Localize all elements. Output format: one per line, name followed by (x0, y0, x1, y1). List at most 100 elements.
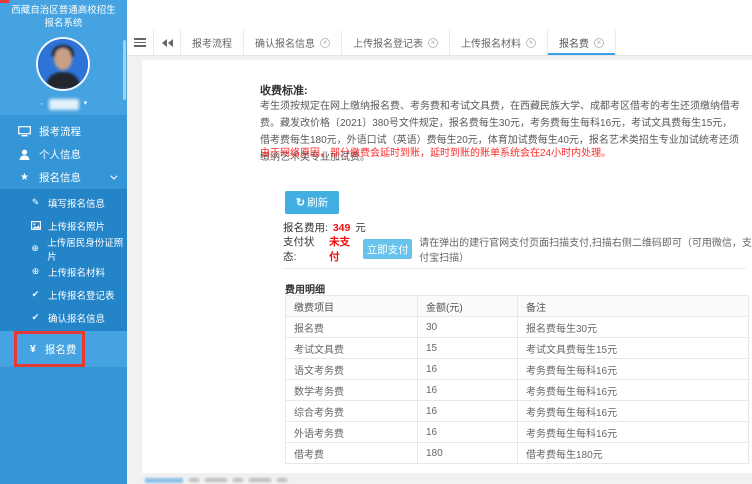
sidebar-scrollbar[interactable] (123, 40, 126, 100)
table-row: 数学考务费 16 考务费每生每科16元 (286, 380, 749, 401)
tab-bar: 报考流程 确认报名信息 × 上传报名登记表 × 上传报名材料 × 报名费 × (127, 30, 752, 56)
sidebar-nav: 报考流程 个人信息 ★ 报名信息 ✎ 填写报名信息 (0, 115, 127, 367)
table-row: 报名费 30 报名费每生30元 (286, 317, 749, 338)
fee-total-label: 报名费用: (283, 222, 328, 234)
table-row: 外语考务费 16 考务费每生每科16元 (286, 422, 749, 443)
table-header-row: 缴费项目 金额(元) 备注 (286, 296, 749, 317)
user-dot: · (40, 99, 44, 109)
collapse-tabs-button[interactable] (154, 30, 181, 55)
cell-remark: 考试文具费每生15元 (518, 338, 749, 359)
sidebar-item-upload-registration-form[interactable]: ✔ 上传报名登记表 (0, 283, 127, 306)
sidebar-header: 西藏自治区普通高校招生报名系统 · ▾ (0, 0, 127, 115)
tab-label: 报考流程 (192, 35, 232, 50)
sidebar-item-label: 上传报名登记表 (48, 288, 115, 302)
cell-amount: 16 (418, 401, 518, 422)
sidebar-item-confirm-registration[interactable]: ✔ 确认报名信息 (0, 306, 127, 329)
payment-status-line: 支付状态: 未支付 立即支付 请在弹出的建行官网支付页面扫描支付,扫描右侧二维码… (283, 239, 752, 259)
double-left-arrow-icon (161, 39, 173, 47)
table-header-amount: 金额(元) (418, 296, 518, 317)
content-background: 收费标准: 考生须按规定在网上缴纳报名费、考务费和考试文具费，在西藏民族大学、成… (127, 56, 752, 484)
table-header-remark: 备注 (518, 296, 749, 317)
tab-upload-registration-form[interactable]: 上传报名登记表 × (342, 30, 450, 55)
table-row: 考试文具费 15 考试文具费每生15元 (286, 338, 749, 359)
pay-now-button[interactable]: 立即支付 (363, 239, 412, 259)
main-area: 报考流程 确认报名信息 × 上传报名登记表 × 上传报名材料 × 报名费 × 收… (127, 0, 752, 484)
tab-close-icon[interactable]: × (320, 38, 330, 48)
avatar-photo (38, 39, 88, 89)
sidebar-item-registration-fee[interactable]: ¥ 报名费 (0, 331, 127, 367)
sidebar-item-label: 填写报名信息 (48, 196, 105, 210)
sidebar-item-fill-registration[interactable]: ✎ 填写报名信息 (0, 191, 127, 214)
table-row: 借考费 180 借考费每生180元 (286, 443, 749, 464)
sidebar-item-exam-process[interactable]: 报考流程 (0, 120, 127, 143)
fee-total-amount: 349 (333, 222, 351, 234)
cell-remark: 考务费每生每科16元 (518, 359, 749, 380)
tab-label: 报名费 (559, 35, 589, 50)
photo-icon (30, 221, 41, 230)
yen-icon: ¥ (30, 343, 36, 355)
cell-remark: 考务费每生每科16元 (518, 380, 749, 401)
plus-circle-icon: ⊕ (30, 266, 41, 277)
fee-total-line: 报名费用: 349 元 (283, 220, 366, 235)
menu-toggle-button[interactable] (127, 30, 154, 55)
sidebar-item-label: 确认报名信息 (48, 311, 105, 325)
tab-exam-process[interactable]: 报考流程 (181, 30, 244, 55)
payment-status-value: 未支付 (329, 234, 356, 264)
sidebar-item-label: 个人信息 (39, 147, 81, 162)
sidebar-item-upload-materials[interactable]: ⊕ 上传报名材料 (0, 260, 127, 283)
user-icon (18, 149, 31, 160)
sidebar-item-label: 上传报名材料 (48, 265, 105, 279)
chevron-down-icon (110, 173, 117, 180)
content-card: 收费标准: 考生须按规定在网上缴纳报名费、考务费和考试文具费，在西藏民族大学、成… (142, 60, 752, 473)
sidebar-item-label: 报名信息 (39, 170, 81, 185)
cell-item: 语文考务费 (286, 359, 418, 380)
tab-label: 上传报名材料 (461, 35, 521, 50)
cell-remark: 考务费每生每科16元 (518, 422, 749, 443)
sidebar-item-upload-id-card[interactable]: ⊕ 上传居民身份证照片 (0, 237, 127, 260)
refresh-button[interactable]: ↻ 刷新 (285, 191, 339, 214)
sidebar-item-label: 报名费 (45, 342, 77, 357)
sidebar-item-label: 上传居民身份证照片 (47, 235, 127, 263)
payment-status-label: 支付状态: (283, 234, 322, 264)
tab-confirm-registration[interactable]: 确认报名信息 × (244, 30, 342, 55)
tab-upload-materials[interactable]: 上传报名材料 × (450, 30, 548, 55)
tab-close-icon[interactable]: × (526, 38, 536, 48)
sidebar: 西藏自治区普通高校招生报名系统 · ▾ (0, 0, 127, 484)
divider (283, 268, 746, 269)
fee-detail-title: 费用明细 (285, 281, 325, 296)
cell-item: 外语考务费 (286, 422, 418, 443)
cell-item: 综合考务费 (286, 401, 418, 422)
table-row: 综合考务费 16 考务费每生每科16元 (286, 401, 749, 422)
payment-hint-text: 请在弹出的建行官网支付页面扫描支付,扫描右侧二维码即可（可用微信，支付宝扫描） (419, 234, 752, 264)
avatar[interactable] (36, 37, 90, 91)
cell-amount: 180 (418, 443, 518, 464)
star-icon: ★ (18, 173, 31, 183)
footer-redacted-text (145, 476, 287, 484)
check-icon: ✔ (30, 312, 41, 323)
sidebar-item-label: 报考流程 (39, 124, 81, 139)
cell-item: 数学考务费 (286, 380, 418, 401)
caret-down-icon: ▾ (84, 100, 88, 108)
sidebar-item-registration-info[interactable]: ★ 报名信息 (0, 166, 127, 189)
app-window: 西藏自治区普通高校招生报名系统 · ▾ (0, 0, 752, 484)
hamburger-icon (134, 38, 146, 47)
sidebar-item-personal-info[interactable]: 个人信息 (0, 143, 127, 166)
cell-remark: 考务费每生每科16元 (518, 401, 749, 422)
fee-detail-table: 缴费项目 金额(元) 备注 报名费 30 报名费每生30元 考试文具费 (285, 295, 749, 464)
table-header-item: 缴费项目 (286, 296, 418, 317)
cell-item: 考试文具费 (286, 338, 418, 359)
user-menu[interactable]: · ▾ (0, 97, 127, 111)
annotation-red-mark (0, 0, 9, 3)
cell-remark: 报名费每生30元 (518, 317, 749, 338)
cell-item: 借考费 (286, 443, 418, 464)
tab-close-icon[interactable]: × (428, 38, 438, 48)
cell-remark: 借考费每生180元 (518, 443, 749, 464)
check-icon: ✔ (30, 289, 41, 300)
monitor-icon (18, 126, 31, 137)
delay-notice-text: 由于网络原因，部分缴费会延时到账，延时到账的账单系统会在24小时内处理。 (260, 144, 611, 159)
refresh-icon: ↻ (296, 196, 305, 209)
cell-amount: 16 (418, 422, 518, 443)
tab-registration-fee[interactable]: 报名费 × (548, 30, 616, 55)
tab-close-icon[interactable]: × (594, 38, 604, 48)
sidebar-item-label: 上传报名照片 (48, 219, 105, 233)
